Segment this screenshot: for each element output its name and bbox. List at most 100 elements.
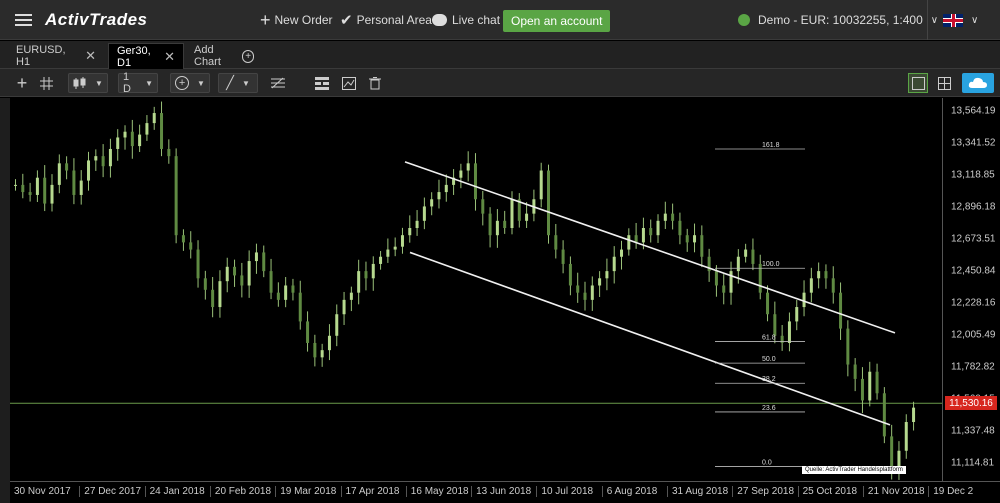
candle — [364, 261, 368, 291]
price-axis[interactable]: 13,564.19 13,341.52 13,118.85 12,896.18 12,6… — [942, 98, 1000, 481]
candle — [94, 149, 98, 171]
brand-logo: ActivTrades — [45, 10, 148, 29]
candle — [466, 151, 470, 182]
fibonacci-level-label: 161.8 — [762, 142, 780, 149]
timeframe-dropdown[interactable]: 1 D ▼ — [118, 71, 158, 95]
candle — [503, 210, 507, 234]
candle — [313, 334, 317, 367]
candle — [437, 179, 441, 209]
account-selector[interactable]: Demo - EUR: 10032255, 1:400 ∨ — [738, 0, 938, 40]
single-layout-icon[interactable] — [908, 73, 928, 93]
candle — [145, 115, 149, 141]
candle — [517, 193, 521, 228]
candle — [568, 256, 572, 296]
tab-eurusd[interactable]: EURUSD, H1 ✕ — [8, 43, 104, 69]
close-icon[interactable]: ✕ — [164, 49, 175, 65]
candle — [422, 197, 426, 230]
line-tool-icon: ╱ — [226, 75, 234, 90]
candle — [108, 138, 112, 178]
candle — [408, 215, 412, 243]
price-tick-label: 11,114.81 — [951, 457, 995, 469]
candle — [693, 223, 697, 253]
drawing-tool-dropdown[interactable]: ╱ ▼ — [218, 73, 258, 93]
candlestick-icon — [73, 76, 86, 89]
top-bar: ActivTrades + New Order ✔ Personal Area … — [0, 0, 1000, 40]
candle — [817, 262, 821, 289]
date-tick-label: 20 Feb 2018 — [209, 486, 271, 497]
add-indicator-dropdown[interactable]: + ▼ — [170, 73, 210, 93]
date-tick-label: 16 May 2018 — [405, 486, 469, 497]
price-tick-label: 12,005.49 — [951, 329, 996, 341]
candle — [57, 154, 61, 194]
candle — [196, 240, 200, 288]
screenshot-icon[interactable] — [341, 73, 357, 93]
candle — [160, 101, 164, 157]
language-selector[interactable]: ∨ — [943, 0, 978, 40]
candle — [138, 124, 142, 152]
left-edge — [0, 98, 10, 503]
candle — [700, 225, 704, 268]
candle — [853, 358, 857, 392]
live-chat-button[interactable]: Live chat — [432, 0, 500, 40]
candle — [839, 282, 843, 340]
candle — [371, 256, 375, 291]
candle — [554, 223, 558, 259]
candle — [744, 243, 748, 263]
candle — [50, 174, 54, 212]
open-account-button[interactable]: Open an account — [503, 10, 611, 32]
candle — [590, 276, 594, 311]
candle — [831, 266, 835, 304]
trash-icon[interactable] — [367, 73, 383, 93]
fibonacci-icon[interactable] — [270, 73, 286, 93]
fibonacci-level-label: 50.0 — [762, 356, 776, 363]
fibonacci-level-label: 38.2 — [762, 376, 776, 383]
candle — [561, 240, 565, 274]
candle — [452, 169, 456, 195]
candle — [685, 228, 689, 252]
grid-layout-icon[interactable] — [934, 73, 954, 93]
candle — [189, 231, 193, 259]
time-axis[interactable]: 30 Nov 2017 27 Dec 2017 24 Jan 2018 20 Feb … — [10, 481, 1000, 503]
price-tick-label: 13,564.19 — [951, 105, 996, 117]
candle — [349, 286, 353, 312]
candle — [291, 278, 295, 301]
candle — [510, 191, 514, 235]
date-tick-label: 31 Aug 2018 — [667, 486, 728, 497]
new-order-button[interactable]: + New Order — [260, 0, 333, 40]
caret-down-icon: ▼ — [145, 78, 153, 88]
cloud-icon[interactable] — [962, 73, 994, 93]
candle — [612, 246, 616, 284]
menu-icon[interactable] — [14, 0, 32, 40]
candle — [262, 245, 266, 278]
candle — [298, 280, 302, 330]
fibonacci-level-label: 61.8 — [762, 335, 776, 342]
layout-icon[interactable] — [314, 73, 330, 93]
candle — [306, 311, 310, 352]
grid-icon[interactable] — [38, 73, 54, 93]
crosshair-icon[interactable]: + — [14, 73, 30, 93]
candle — [174, 148, 178, 244]
candle — [912, 401, 916, 431]
plus-circle-icon: + — [242, 49, 254, 63]
price-tick-label: 12,673.51 — [951, 233, 996, 245]
tab-ger30[interactable]: Ger30, D1 ✕ — [108, 43, 184, 69]
candle — [627, 228, 631, 256]
candle — [247, 250, 251, 298]
candle — [583, 281, 587, 311]
chart-type-dropdown[interactable]: ▼ — [68, 73, 108, 93]
candle — [656, 214, 660, 243]
candle — [400, 227, 404, 254]
personal-area-button[interactable]: ✔ Personal Area — [340, 0, 432, 40]
chevron-down-icon: ∨ — [930, 14, 939, 26]
candle — [824, 264, 828, 289]
checkmark-icon: ✔ — [340, 12, 353, 29]
candlestick-chart[interactable]: 161.8 100.0 61.8 50.0 38.2 23.6 0.0 — [10, 98, 942, 481]
candle — [21, 173, 25, 199]
add-chart-button[interactable]: Add Chart + — [186, 43, 262, 69]
candle — [269, 258, 273, 300]
fibonacci-level-label: 100.0 — [762, 261, 780, 268]
close-icon[interactable]: ✕ — [85, 48, 96, 64]
price-tick-label: 11,782.82 — [951, 361, 995, 373]
chart-area[interactable]: 161.8 100.0 61.8 50.0 38.2 23.6 0.0 Quelle: Ac… — [10, 98, 942, 481]
candle — [130, 119, 134, 159]
